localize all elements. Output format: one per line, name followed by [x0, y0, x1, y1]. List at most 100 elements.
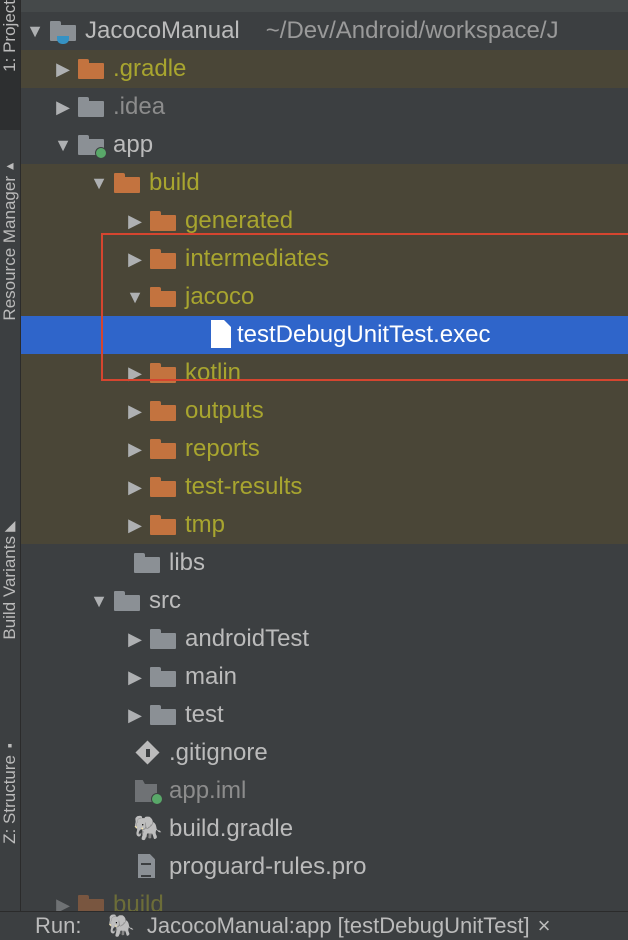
expanded-arrow-icon[interactable]: ▼: [85, 591, 113, 612]
collapsed-arrow-icon[interactable]: ▶: [121, 363, 149, 384]
project-tree[interactable]: ▼ JacocoManual ~/Dev/Android/workspace/J…: [21, 0, 628, 912]
tree-row-root[interactable]: ▼ JacocoManual ~/Dev/Android/workspace/J: [21, 12, 628, 50]
gradle-elephant-icon: 🐘: [133, 815, 163, 842]
tree-row-libs[interactable]: ▶ libs: [21, 544, 628, 582]
tool-window-strip: 1: Project ◂ Resource Manager ◢ Build Va…: [0, 0, 21, 940]
collapsed-arrow-icon[interactable]: ▶: [121, 439, 149, 460]
tree-row-exec-file[interactable]: ▶ testDebugUnitTest.exec: [21, 316, 628, 354]
tree-item-label: intermediates: [185, 245, 330, 272]
expanded-arrow-icon[interactable]: ▼: [49, 135, 77, 156]
folder-icon: [149, 666, 177, 688]
module-folder-icon: [77, 134, 107, 159]
tree-item-label: kotlin: [185, 359, 242, 386]
project-path: ~/Dev/Android/workspace/J: [265, 17, 559, 44]
tree-item-label: testDebugUnitTest.exec: [237, 321, 491, 348]
excluded-folder-icon: [77, 894, 105, 912]
collapsed-arrow-icon[interactable]: ▶: [121, 667, 149, 688]
structure-tab-label: Z: Structure: [0, 755, 19, 844]
tree-row-app-iml[interactable]: ▶ app.iml: [21, 772, 628, 810]
resource-manager-icon: ◂: [6, 157, 14, 173]
excluded-folder-icon: [149, 514, 177, 536]
excluded-folder-icon: [149, 248, 177, 270]
build-variants-tool-tab[interactable]: ◢ Build Variants: [0, 515, 20, 690]
tree-item-label: androidTest: [185, 625, 310, 652]
tree-item-label: libs: [169, 549, 206, 576]
collapsed-arrow-icon[interactable]: ▶: [121, 629, 149, 650]
tree-row-test[interactable]: ▶ test: [21, 696, 628, 734]
collapsed-arrow-icon[interactable]: ▶: [49, 59, 77, 80]
collapsed-arrow-icon[interactable]: ▶: [121, 477, 149, 498]
tree-row-app[interactable]: ▼ app: [21, 126, 628, 164]
tree-row-intermediates[interactable]: ▶ intermediates: [21, 240, 628, 278]
tree-row-reports[interactable]: ▶ reports: [21, 430, 628, 468]
tree-row-src[interactable]: ▼ src: [21, 582, 628, 620]
resource-manager-tool-tab[interactable]: ◂ Resource Manager: [0, 155, 20, 380]
tree-row-test-results[interactable]: ▶ test-results: [21, 468, 628, 506]
tree-top-edge: [21, 0, 628, 12]
project-tool-tab[interactable]: 1: Project: [0, 0, 20, 130]
folder-icon: [77, 96, 105, 118]
tree-row-kotlin[interactable]: ▶ kotlin: [21, 354, 628, 392]
structure-icon: ▪: [7, 737, 13, 753]
tree-row-androidtest[interactable]: ▶ androidTest: [21, 620, 628, 658]
excluded-folder-icon: [149, 286, 177, 308]
collapsed-arrow-icon[interactable]: ▶: [121, 705, 149, 726]
close-icon[interactable]: ×: [538, 913, 551, 939]
tree-item-label: build.gradle: [169, 815, 294, 842]
tree-row-build-gradle[interactable]: ▶ 🐘 build.gradle: [21, 810, 628, 848]
collapsed-arrow-icon[interactable]: ▶: [49, 895, 77, 913]
excluded-folder-icon: [149, 210, 177, 232]
tree-item-label: main: [185, 663, 238, 690]
structure-tool-tab[interactable]: ▪ Z: Structure: [0, 735, 20, 885]
build-variants-tab-label: Build Variants: [0, 536, 19, 640]
expanded-arrow-icon[interactable]: ▼: [121, 287, 149, 308]
tree-row-build-root[interactable]: ▶ build: [21, 886, 628, 912]
folder-icon: [149, 628, 177, 650]
collapsed-arrow-icon[interactable]: ▶: [121, 515, 149, 536]
folder-icon: [149, 704, 177, 726]
tree-item-label: .idea: [113, 93, 166, 120]
tree-row-tmp[interactable]: ▶ tmp: [21, 506, 628, 544]
text-file-icon: [133, 856, 161, 878]
expanded-arrow-icon[interactable]: ▼: [21, 21, 49, 42]
tree-row-jacoco[interactable]: ▼ jacoco: [21, 278, 628, 316]
tree-item-label: JacocoManual: [85, 17, 240, 44]
run-configuration-tab[interactable]: 🐘 JacocoManual:app [testDebugUnitTest] ×: [107, 913, 550, 939]
git-icon: [133, 742, 161, 764]
tree-item-label: app.iml: [169, 777, 247, 804]
tree-row-generated[interactable]: ▶ generated: [21, 202, 628, 240]
expanded-arrow-icon[interactable]: ▼: [85, 173, 113, 194]
tree-row-idea[interactable]: ▶ .idea: [21, 88, 628, 126]
tree-item-label: .gitignore: [169, 739, 268, 766]
module-file-icon: [133, 780, 163, 805]
collapsed-arrow-icon[interactable]: ▶: [121, 401, 149, 422]
excluded-folder-icon: [149, 362, 177, 384]
tree-item-label: src: [149, 587, 181, 614]
tree-item-label: app: [113, 131, 154, 158]
excluded-folder-icon: [149, 476, 177, 498]
collapsed-arrow-icon[interactable]: ▶: [49, 97, 77, 118]
tree-row-proguard[interactable]: ▶ proguard-rules.pro: [21, 848, 628, 886]
folder-icon: [113, 590, 141, 612]
run-label: Run:: [35, 913, 82, 938]
tree-row-build[interactable]: ▼ build: [21, 164, 628, 202]
project-tab-label: 1: Project: [0, 0, 19, 72]
tree-row-gradle[interactable]: ▶ .gradle: [21, 50, 628, 88]
tree-row-main[interactable]: ▶ main: [21, 658, 628, 696]
tree-item-label: proguard-rules.pro: [169, 853, 367, 880]
tree-item-label: build: [113, 891, 164, 912]
run-tool-bar: Run: 🐘 JacocoManual:app [testDebugUnitTe…: [0, 911, 628, 940]
collapsed-arrow-icon[interactable]: ▶: [121, 249, 149, 270]
file-icon: [207, 324, 229, 346]
excluded-folder-icon: [77, 58, 105, 80]
collapsed-arrow-icon[interactable]: ▶: [121, 211, 149, 232]
tree-row-gitignore[interactable]: ▶ .gitignore: [21, 734, 628, 772]
tree-item-label: reports: [185, 435, 260, 462]
tree-item-label: build: [149, 169, 200, 196]
tree-item-label: jacoco: [185, 283, 255, 310]
project-folder-icon: [49, 20, 77, 44]
tree-item-label: generated: [185, 207, 294, 234]
tree-item-label: outputs: [185, 397, 264, 424]
tree-item-label: tmp: [185, 511, 226, 538]
tree-row-outputs[interactable]: ▶ outputs: [21, 392, 628, 430]
